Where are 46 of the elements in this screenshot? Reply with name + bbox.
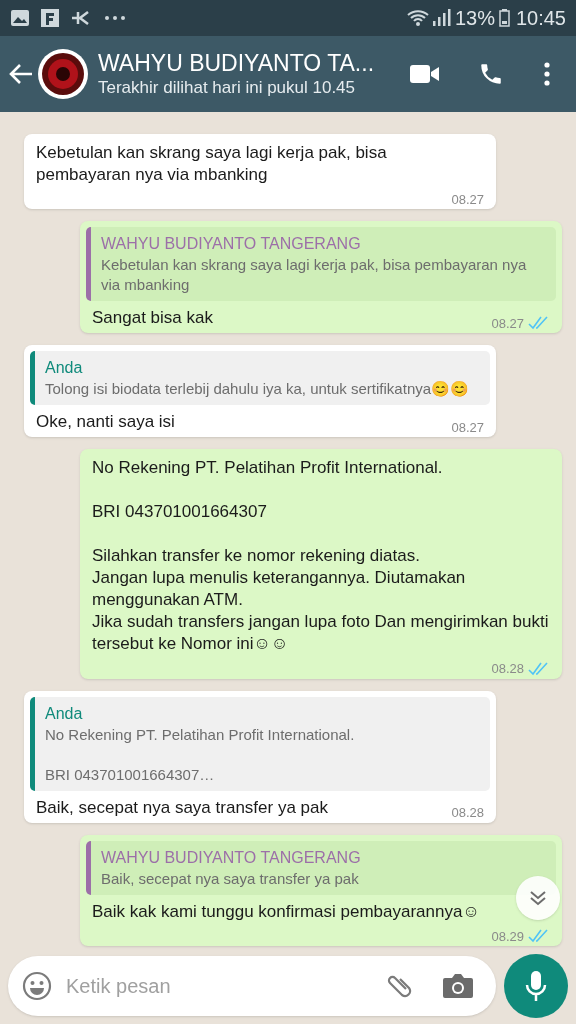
quote-text: No Rekening PT. Pelatihan Profit International. BRI 043701001664307…	[45, 724, 356, 785]
app-icon	[70, 10, 90, 26]
quote-text: Kebetulan kan skrang saya lagi kerja pak, bisa pembayaran nya via mbanking	[101, 255, 528, 295]
quote-text: Baik, secepat nya saya transfer ya pak	[101, 868, 360, 889]
timestamp: 08.28	[451, 804, 484, 822]
signal-icon	[430, 9, 451, 27]
battery-percentage: 13%	[454, 6, 495, 31]
video-call-icon[interactable]	[410, 64, 440, 84]
message-text: Baik kak kami tunggu konfirmasi pembayarannya☺	[92, 900, 480, 923]
quoted-message[interactable]: WAHYU BUDIYANTO TANGERANG Baik, secepat nya saya transfer ya pak	[86, 840, 556, 895]
gallery-icon	[10, 9, 30, 27]
quoted-message[interactable]: Anda No Rekening PT. Pelatihan Profit International. BRI 043701001664307…	[30, 696, 490, 791]
last-seen-status: Terakhir dilihat hari ini pukul 10.45	[98, 77, 357, 99]
quote-author: WAHYU BUDIYANTO TANGERANG	[101, 234, 362, 254]
message-text: Oke, nanti saya isi	[36, 411, 175, 433]
timestamp: 08.27	[451, 190, 484, 209]
more-notifications-icon	[104, 15, 126, 21]
message-text: Baik, secepat nya saya transfer ya pak	[36, 796, 328, 819]
message-text: No Rekening PT. Pelatihan Profit International. BRI 043701001664307 Silahkan transfer ke nomor rekening diatas. Jangan lupa menulis keterangannya. Diutamakan menggunakan ATM. Jika sudah transfers jangan lupa foto Dan mengirimkan bukti tersebut ke Nomor ini☺☺	[92, 457, 550, 655]
double-chevron-icon	[529, 890, 547, 906]
quoted-message[interactable]: WAHYU BUDIYANTO TANGERANG Kebetulan kan skrang saya lagi kerja pak, bisa pembayaran nya via mbanking	[86, 227, 556, 301]
avatar[interactable]	[38, 49, 88, 99]
message-composer[interactable]: Ketik pesan	[8, 956, 496, 1016]
quote-text: Tolong isi biodata terlebij dahulu iya ka, untuk sertifikatnya😊😊	[45, 379, 471, 399]
timestamp: 08.28	[491, 660, 524, 678]
message-text: Kebetulan kan skrang saya lagi kerja pak, bisa pembayaran nya via mbanking	[36, 141, 388, 186]
battery-icon	[498, 9, 510, 27]
emoji-icon[interactable]	[22, 971, 52, 1001]
timestamp: 08.27	[491, 314, 524, 333]
timestamp: 08.27	[451, 418, 484, 437]
quote-author: Anda	[45, 703, 84, 724]
quoted-message[interactable]: Anda Tolong isi biodata terlebij dahulu iya ka, untuk sertifikatnya😊😊	[30, 351, 490, 405]
microphone-icon	[525, 970, 547, 1002]
clock: 10:45	[515, 6, 566, 31]
message-input-field[interactable]: Ketik pesan	[66, 971, 384, 1001]
quote-author: WAHYU BUDIYANTO TANGERANG	[101, 847, 362, 868]
wifi-icon	[406, 9, 429, 27]
app-icon	[40, 8, 60, 28]
camera-icon[interactable]	[442, 973, 474, 999]
quote-author: Anda	[45, 358, 84, 378]
phone-icon[interactable]	[478, 61, 504, 87]
timestamp: 08.29	[491, 927, 524, 946]
message-text: Sangat bisa kak	[92, 307, 213, 329]
more-options-icon[interactable]	[544, 62, 550, 86]
back-icon[interactable]	[8, 63, 34, 85]
contact-name[interactable]: WAHYU BUDIYANTO TA...	[98, 49, 375, 77]
